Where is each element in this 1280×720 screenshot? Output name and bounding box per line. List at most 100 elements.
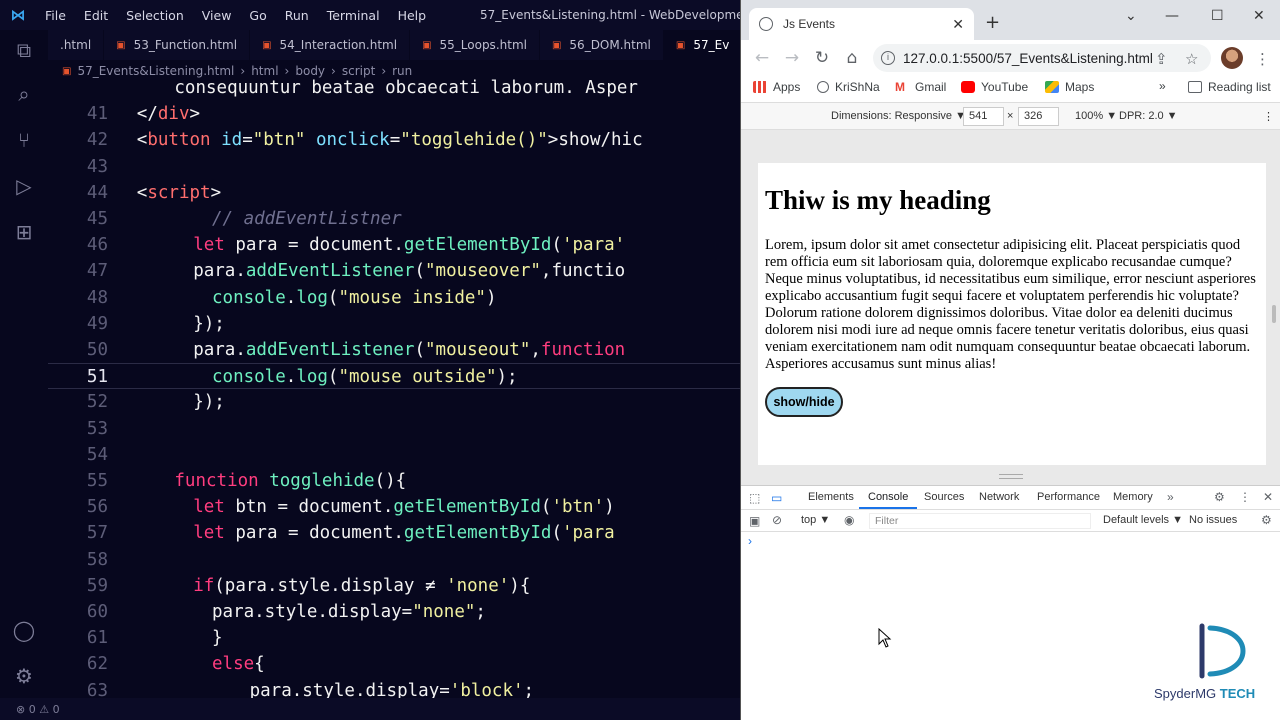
more-tabs-icon[interactable]: » [1167,490,1174,504]
browser-tab[interactable]: Js Events ✕ [749,8,974,40]
tab-56-dom[interactable]: ▣ 56_DOM.html [540,30,664,60]
tab-html-partial[interactable]: .html [48,30,105,60]
show-hide-button[interactable]: show/hide [765,387,843,417]
devtools-tab-memory[interactable]: Memory [1113,491,1153,503]
sidebar-toggle-icon[interactable]: ▣ [749,514,760,528]
minimize-icon[interactable]: — [1165,8,1179,24]
code-line[interactable]: 42 <button id="btn" onclick="togglehide()… [48,127,740,153]
bookmark-apps[interactable]: Apps [753,80,800,94]
code-line[interactable]: 46 let para = document.getElementById('pa… [48,232,740,258]
share-icon[interactable]: ⇪ [1155,50,1168,68]
code-editor[interactable]: consequuntur beatae obcaecati laborum. A… [48,74,740,702]
context-selector[interactable]: top ▼ [801,514,830,526]
console-filter-input[interactable]: Filter [869,513,1091,529]
code-line[interactable]: 48 console.log("mouse inside") [48,285,740,311]
menu-help[interactable]: Help [389,8,436,23]
bookmark-krishna[interactable]: KriShNa [817,80,880,94]
device-toggle-icon[interactable]: ▭ [771,491,782,505]
close-window-icon[interactable]: ✕ [1253,8,1265,24]
menu-go[interactable]: Go [240,8,275,23]
inspect-element-icon[interactable]: ⬚ [749,491,760,505]
devtools-tab-sources[interactable]: Sources [924,491,964,503]
tab-search-chevron-icon[interactable]: ⌄ [1125,8,1137,24]
code-line[interactable]: 41 </div> [48,101,740,127]
page-paragraph[interactable]: Lorem, ipsum dolor sit amet consectetur … [765,237,1261,373]
code-line[interactable]: 61} [48,625,740,651]
code-line[interactable]: 55 function togglehide(){ [48,468,740,494]
code-line[interactable]: 51 console.log("mouse outside"); [48,363,740,390]
device-toolbar-more-icon[interactable]: ⋮ [1263,110,1274,123]
maximize-icon[interactable]: ☐ [1211,8,1224,24]
run-debug-icon[interactable]: ▷ [12,174,36,198]
site-info-icon[interactable]: i [881,51,895,65]
problems-count[interactable]: ⊗ 0 ⚠ 0 [16,703,60,716]
more-menu-icon[interactable]: ⋮ [1255,50,1270,68]
settings-gear-icon[interactable]: ⚙ [1214,490,1225,504]
code-line[interactable]: 56 let btn = document.getElementById('btn… [48,494,740,520]
zoom-dropdown[interactable]: 100% ▼ [1075,110,1117,122]
extensions-icon[interactable]: ⊞ [12,220,36,244]
new-tab-icon[interactable]: + [985,12,1000,33]
code-line[interactable]: 43 [48,154,740,180]
back-arrow-icon[interactable]: ← [747,48,777,68]
menu-edit[interactable]: Edit [75,8,117,23]
code-line[interactable]: 59 if(para.style.display ≠ 'none'){ [48,573,740,599]
reading-list[interactable]: Reading list [1188,80,1271,94]
code-line[interactable]: 57 let para = document.getElementById('pa… [48,520,740,546]
console-settings-gear-icon[interactable]: ⚙ [1261,513,1272,527]
source-control-icon[interactable]: ⑂ [12,128,36,152]
bookmark-star-icon[interactable]: ☆ [1185,50,1198,68]
devtools-menu-icon[interactable]: ⋮ [1239,490,1251,504]
devtools-tab-elements[interactable]: Elements [808,491,854,503]
viewport-resize-handle-bottom[interactable] [999,474,1023,479]
devtools-tab-network[interactable]: Network [979,491,1019,503]
home-icon[interactable]: ⌂ [837,48,867,68]
tab-57-events[interactable]: ▣ 57_Ev [663,30,740,60]
account-icon[interactable]: ◯ [12,618,36,642]
profile-avatar[interactable] [1221,47,1243,69]
code-line[interactable]: 53 [48,416,740,442]
bookmark-youtube[interactable]: YouTube [961,80,1028,94]
code-line[interactable]: 49}); [48,311,740,337]
menu-terminal[interactable]: Terminal [318,8,389,23]
code-line[interactable]: 52}); [48,389,740,415]
menu-run[interactable]: Run [276,8,318,23]
code-line[interactable]: 50 para.addEventListener("mouseout",funct… [48,337,740,363]
tab-55-loops[interactable]: ▣ 55_Loops.html [410,30,540,60]
code-line[interactable]: 54 [48,442,740,468]
viewport-width-input[interactable]: 541 [963,107,1004,126]
dpr-dropdown[interactable]: DPR: 2.0 ▼ [1119,110,1178,122]
search-icon[interactable]: ⌕ [12,82,36,106]
code-line[interactable]: 45 // addEventListner [48,206,740,232]
reload-icon[interactable]: ↻ [807,48,837,68]
close-tab-icon[interactable]: ✕ [952,16,964,33]
dimensions-dropdown[interactable]: Dimensions: Responsive ▼ [831,110,966,122]
code-line[interactable]: 44 <script> [48,180,740,206]
menu-file[interactable]: File [36,8,75,23]
more-bookmarks-icon[interactable]: » [1159,79,1166,93]
close-devtools-icon[interactable]: ✕ [1263,490,1273,504]
code-line[interactable]: consequuntur beatae obcaecati laborum. A… [48,75,740,101]
clear-console-icon[interactable]: ⊘ [772,513,782,527]
forward-arrow-icon[interactable]: → [777,48,807,68]
log-levels-dropdown[interactable]: Default levels ▼ [1103,514,1183,526]
bookmark-maps[interactable]: Maps [1045,80,1094,94]
tab-53-function[interactable]: ▣ 53_Function.html [104,30,251,60]
code-line[interactable]: 62 else{ [48,651,740,677]
settings-gear-icon[interactable]: ⚙ [12,664,36,688]
bookmark-gmail[interactable]: M Gmail [895,80,946,94]
menu-view[interactable]: View [193,8,241,23]
explorer-icon[interactable]: ⧉ [12,38,36,62]
devtools-tab-performance[interactable]: Performance [1037,491,1100,503]
code-line[interactable]: 58 [48,547,740,573]
menu-selection[interactable]: Selection [117,8,193,23]
console-prompt[interactable]: › [748,534,752,548]
code-line[interactable]: 47 para.addEventListener("mouseover",func… [48,258,740,284]
issues-counter[interactable]: No issues [1189,514,1237,526]
tab-54-interaction[interactable]: ▣ 54_Interaction.html [250,30,411,60]
viewport-resize-handle-right[interactable] [1272,305,1276,323]
viewport-height-input[interactable]: 326 [1018,107,1059,126]
live-expression-eye-icon[interactable]: ◉ [844,513,854,527]
code-line[interactable]: 60 para.style.display="none"; [48,599,740,625]
devtools-tab-console[interactable]: Console [868,491,908,503]
